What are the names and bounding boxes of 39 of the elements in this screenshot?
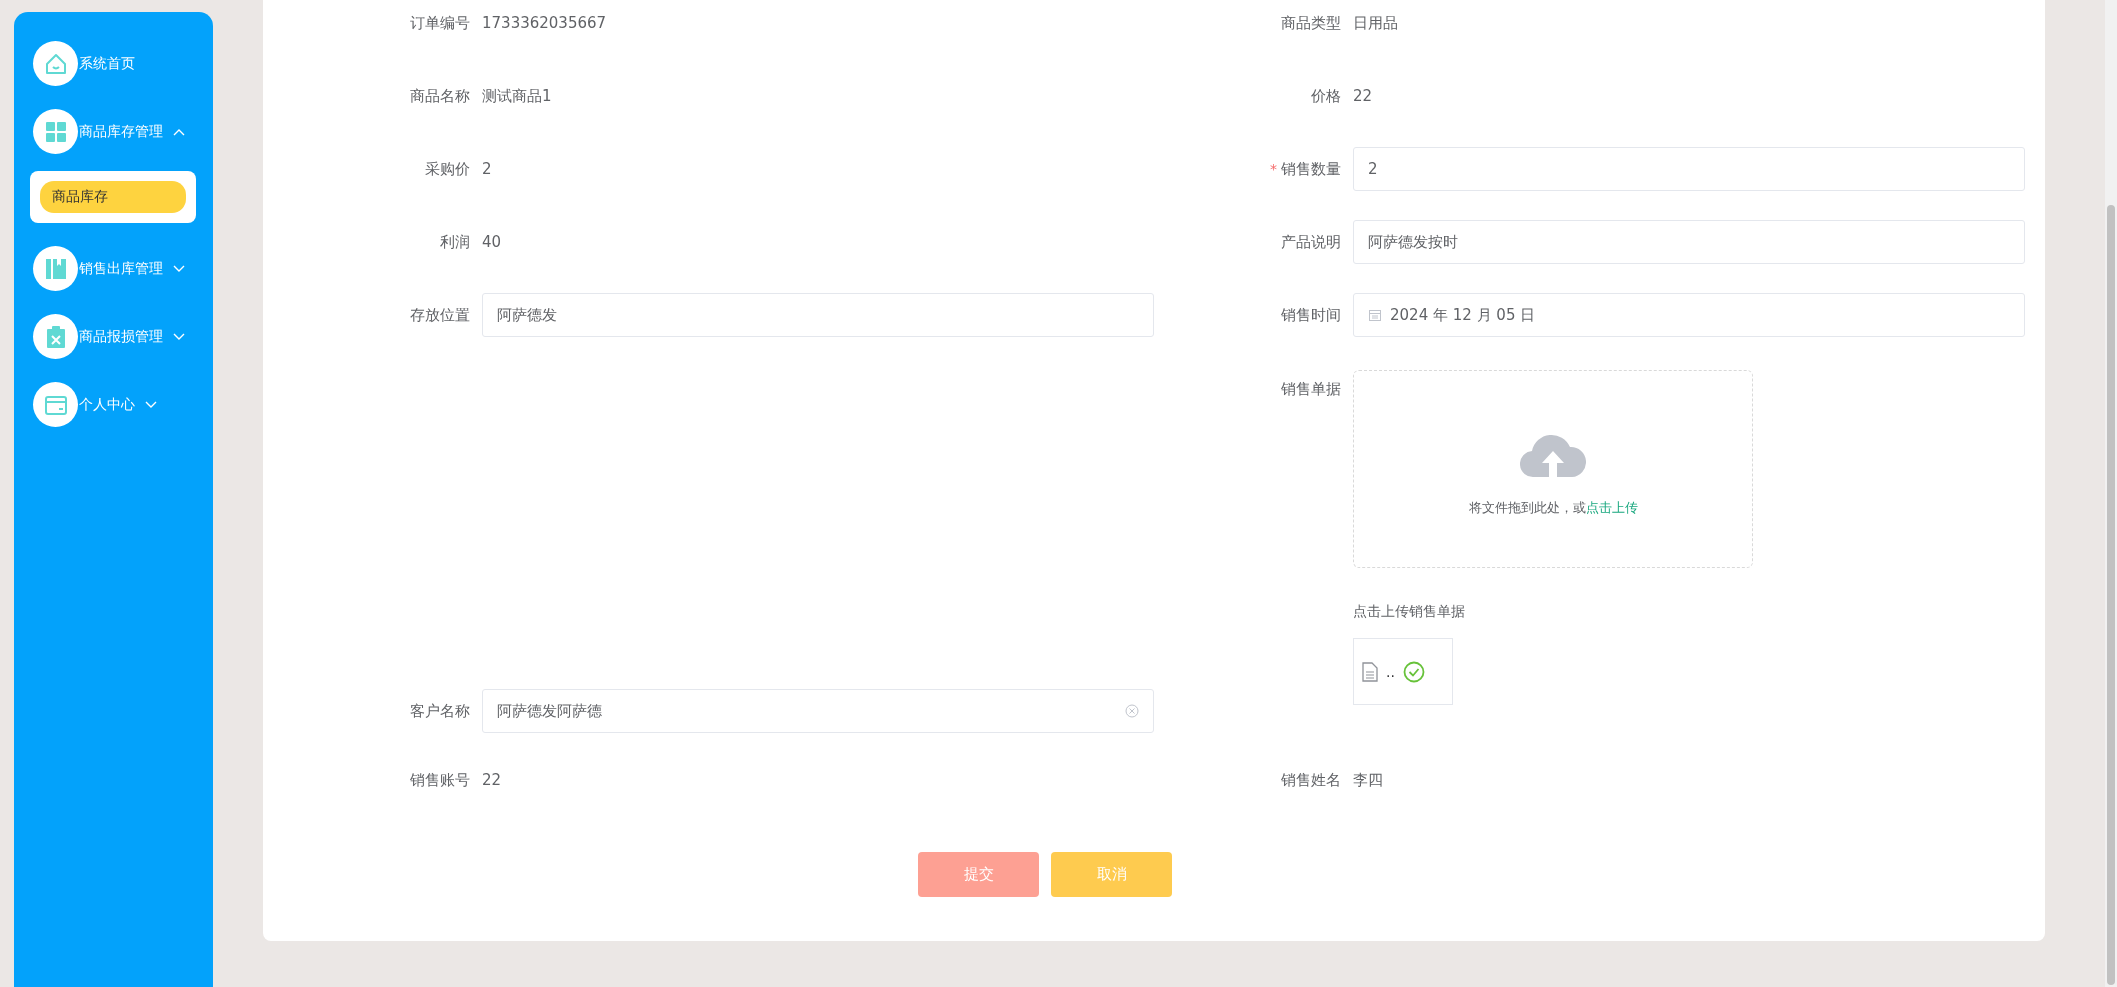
field-value: 22 bbox=[482, 771, 502, 789]
upload-link[interactable]: 点击上传 bbox=[1585, 500, 1638, 515]
field-label: 存放位置 bbox=[410, 305, 470, 325]
input-field[interactable]: 阿萨德发 bbox=[482, 293, 1154, 337]
required-mark: * bbox=[1270, 161, 1277, 177]
field-label: 客户名称 bbox=[410, 701, 470, 721]
field-value: 22 bbox=[1353, 87, 1373, 105]
field-label: 销售数量 bbox=[1281, 159, 1341, 179]
file-name: .. bbox=[1386, 663, 1395, 680]
upload-prompt: 将文件拖到此处，或点击上传 bbox=[1468, 499, 1638, 517]
field-label: 销售时间 bbox=[1281, 305, 1341, 325]
input-field[interactable]: 阿萨德发按时 bbox=[1353, 220, 2025, 264]
input-field[interactable]: 2 bbox=[1353, 147, 2025, 191]
field-label: 商品名称 bbox=[410, 86, 470, 106]
upload-tip: 点击上传销售单据 bbox=[1353, 603, 1465, 621]
field-value: 测试商品1 bbox=[482, 86, 552, 106]
input-field[interactable]: 阿萨德发阿萨德 bbox=[482, 689, 1154, 733]
field-value: 40 bbox=[482, 233, 502, 251]
clear-icon[interactable] bbox=[1125, 704, 1139, 718]
field-label: 订单编号 bbox=[410, 13, 470, 33]
field-value: 2 bbox=[482, 160, 492, 178]
field-label: 销售姓名 bbox=[1281, 770, 1341, 790]
submenu-item[interactable]: 商品库存 bbox=[40, 181, 186, 213]
upload-dropzone[interactable]: 将文件拖到此处，或点击上传 bbox=[1353, 370, 1753, 568]
field-label: 销售账号 bbox=[410, 770, 470, 790]
document-icon bbox=[1362, 661, 1378, 682]
calendar-icon bbox=[1368, 308, 1382, 322]
field-label: 销售单据 bbox=[1281, 380, 1341, 399]
field-value: 李四 bbox=[1353, 770, 1383, 790]
field-label: 价格 bbox=[1311, 86, 1341, 106]
field-label: 产品说明 bbox=[1281, 232, 1341, 252]
uploaded-file[interactable]: .. bbox=[1353, 638, 1453, 705]
field-label: 商品类型 bbox=[1281, 13, 1341, 33]
date-field[interactable]: 2024 年 12 月 05 日 bbox=[1353, 293, 2025, 337]
field-label: 采购价 bbox=[425, 159, 470, 179]
field-value: 日用品 bbox=[1353, 13, 1398, 33]
scrollbar[interactable] bbox=[2105, 0, 2117, 987]
field-value: 1733362035667 bbox=[482, 14, 607, 32]
field-label: 利润 bbox=[440, 232, 470, 252]
